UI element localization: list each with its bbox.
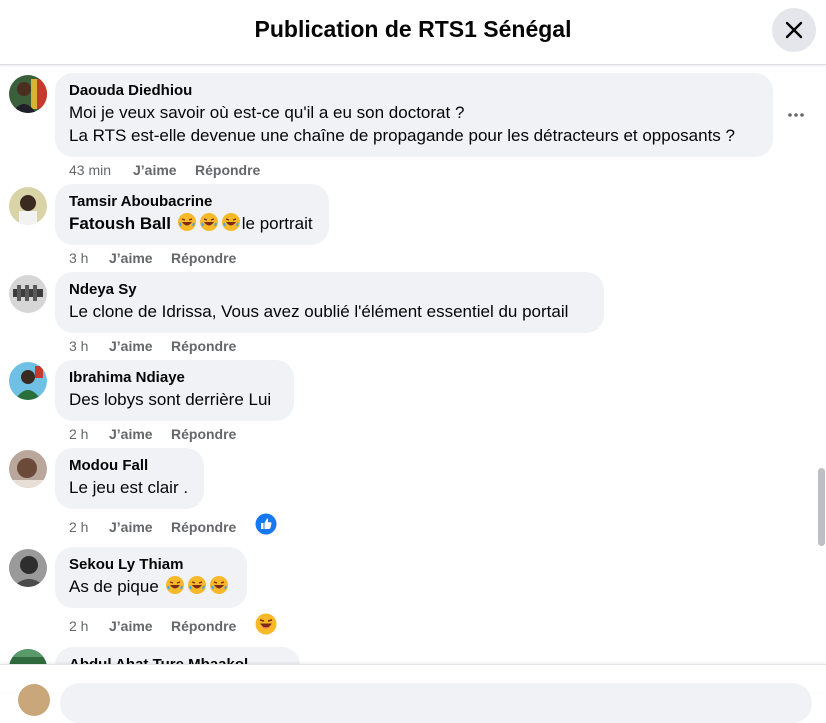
avatar[interactable] [9,649,47,665]
comment-bubble: Ndeya Sy Le clone de Idrissa, Vous avez … [55,272,604,333]
comment-author[interactable]: Sekou Ly Thiam [69,555,233,575]
reply-button[interactable]: Répondre [171,519,236,535]
haha-reaction-icon[interactable] [255,613,277,635]
reply-button[interactable]: Répondre [171,618,236,634]
comment-text: La RTS est-elle devenue une chaîne de pr… [69,126,735,145]
laughing-emoji-icon [164,576,186,596]
comment-bubble: Modou Fall Le jeu est clair . [55,448,204,509]
like-button[interactable]: J’aime [109,250,171,266]
close-icon [785,21,803,39]
laughing-emoji-icon [208,576,230,596]
comment-author[interactable]: Daouda Diedhiou [69,81,759,101]
mention-link[interactable]: Fatoush Ball [69,214,171,233]
avatar[interactable] [9,362,47,400]
comment-time[interactable]: 2 h [69,618,109,634]
more-options-button[interactable] [784,103,808,127]
comment-bubble: Abdul Ahat Ture Mbaakol [55,647,300,665]
laughing-emoji-icon [176,213,198,233]
like-button[interactable]: J’aime [109,338,171,354]
comment-text: Le clone de Idrissa, Vous avez oublié l'… [69,302,569,321]
dialog-header: Publication de RTS1 Sénégal [0,0,826,65]
comment-text: Des lobys sont derrière Lui [69,390,272,409]
user-avatar[interactable] [18,684,50,716]
more-icon [788,113,804,117]
avatar[interactable] [9,549,47,587]
comment-bubble: Daouda Diedhiou Moi je veux savoir où es… [55,73,773,157]
avatar[interactable] [9,75,47,113]
comment-input[interactable] [60,683,812,723]
like-button[interactable]: J’aime [109,426,171,442]
reply-button[interactable]: Répondre [171,426,236,442]
comment-actions: 3 h J’aime Répondre [69,338,236,354]
laughing-emoji-icon [186,576,208,596]
comment-text: Le jeu est clair . [69,478,189,497]
comment-actions: 2 h J’aime Répondre [69,519,236,535]
comment-time[interactable]: 3 h [69,250,109,266]
like-button[interactable]: J’aime [109,618,171,634]
comment-text: Moi je veux savoir où est-ce qu'il a eu … [69,103,465,122]
comment-composer [0,664,826,723]
comment-actions: 2 h J’aime Répondre [69,618,236,634]
dialog-title: Publication de RTS1 Sénégal [254,16,572,42]
scrollbar-thumb[interactable] [818,468,825,546]
reply-button[interactable]: Répondre [171,250,236,266]
comment-text: As de pique [69,577,159,596]
close-button[interactable] [772,8,816,52]
like-button[interactable]: J’aime [133,162,195,178]
comment-bubble: Ibrahima Ndiaye Des lobys sont derrière … [55,360,294,421]
comment-author[interactable]: Ibrahima Ndiaye [69,368,280,388]
comment-actions: 3 h J’aime Répondre [69,250,236,266]
like-reaction-icon[interactable] [255,513,277,535]
comment-actions: 2 h J’aime Répondre [69,426,236,442]
comments-list[interactable]: Daouda Diedhiou Moi je veux savoir où es… [0,65,826,665]
avatar[interactable] [9,187,47,225]
comment-time[interactable]: 3 h [69,338,109,354]
avatar[interactable] [9,450,47,488]
comment-text: le portrait [241,214,313,233]
comment-author[interactable]: Modou Fall [69,456,190,476]
like-button[interactable]: J’aime [109,519,171,535]
laughing-emoji-icon [220,213,242,233]
comment-actions: 43 min J’aime Répondre [69,162,260,178]
comment-bubble: Sekou Ly Thiam As de pique [55,547,247,608]
laughing-emoji-icon [198,213,220,233]
reply-button[interactable]: Répondre [171,338,236,354]
reply-button[interactable]: Répondre [195,162,260,178]
comment-bubble: Tamsir Aboubacrine Fatoush Ball le portr… [55,184,329,245]
comment-time[interactable]: 43 min [69,162,133,178]
comment-author[interactable]: Ndeya Sy [69,280,590,300]
comment-time[interactable]: 2 h [69,426,109,442]
avatar[interactable] [9,275,47,313]
comment-time[interactable]: 2 h [69,519,109,535]
comment-author[interactable]: Tamsir Aboubacrine [69,192,315,212]
